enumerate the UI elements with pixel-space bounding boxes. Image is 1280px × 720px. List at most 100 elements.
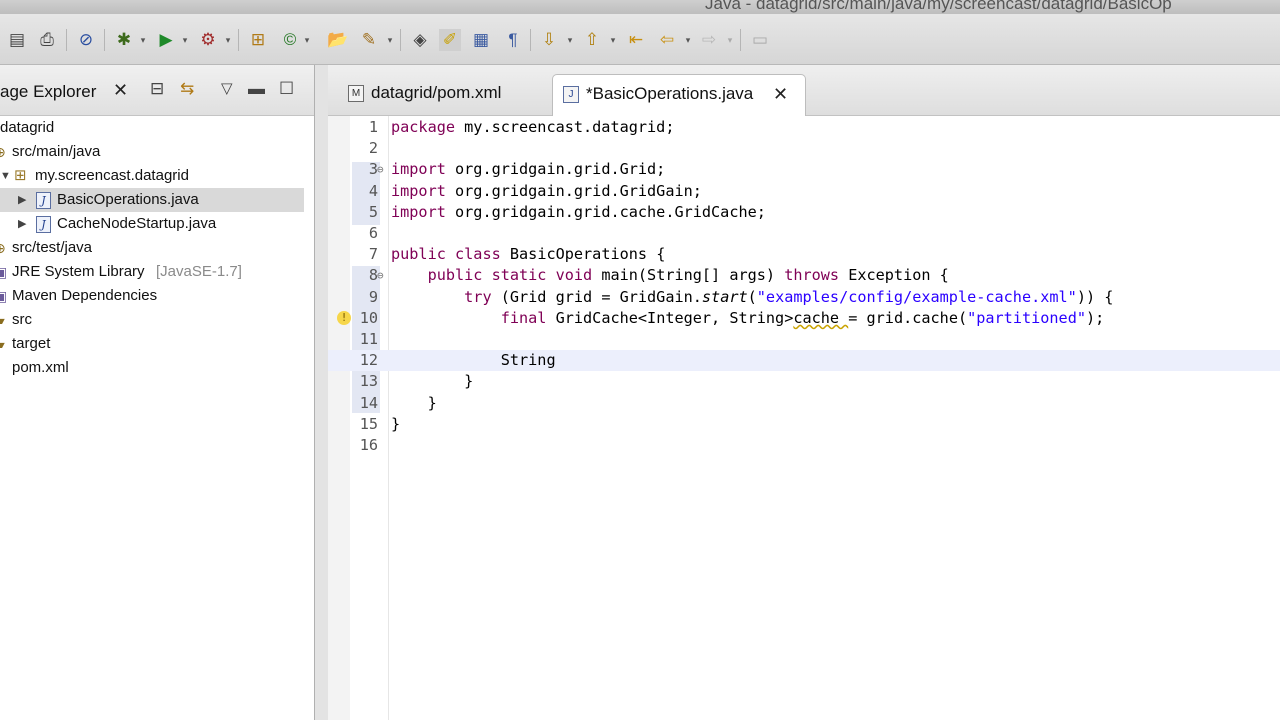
source-folder-icon: ⊕ xyxy=(0,140,6,164)
tab-label: datagrid/pom.xml xyxy=(371,83,502,102)
fold-toggle-icon[interactable]: ⊖ xyxy=(377,159,384,180)
toolbar-separator xyxy=(104,29,105,51)
chevron-down-icon[interactable]: ▾ xyxy=(566,29,574,51)
tree-item-target[interactable]: ▰ target xyxy=(0,332,304,356)
code-line[interactable]: ! 10 final GridCache<Integer, String>cach… xyxy=(328,308,1280,329)
toolbar-separator xyxy=(238,29,239,51)
new-java-package-icon[interactable]: ⊞ xyxy=(247,29,269,51)
toggle-mark-occurrences-icon[interactable]: ◈ xyxy=(409,29,431,51)
tree-item-pom-xml[interactable]: pom.xml xyxy=(0,356,304,380)
code-line[interactable]: 9 try (Grid grid = GridGain.start("examp… xyxy=(328,287,1280,308)
line-number: 12 xyxy=(359,351,378,370)
code-line[interactable]: 2 xyxy=(328,138,1280,159)
java-file-icon: J xyxy=(563,86,579,103)
tree-item-decoration: [JavaSE-1.7] xyxy=(156,263,242,280)
print-icon[interactable]: ⎙ xyxy=(36,29,58,51)
expanded-twistie-icon[interactable]: ▼ xyxy=(0,164,11,188)
tab-pom-xml[interactable]: M datagrid/pom.xml xyxy=(336,74,548,115)
chevron-down-icon[interactable]: ▾ xyxy=(684,29,692,51)
debug-icon[interactable]: ✱ xyxy=(113,29,135,51)
highlight-icon[interactable]: ✐ xyxy=(439,29,461,51)
code-line[interactable]: 11 xyxy=(328,329,1280,350)
tree-item-cachenodestartup-java[interactable]: ▶ J CacheNodeStartup.java xyxy=(0,212,304,236)
tree-item-label: Maven Dependencies xyxy=(12,287,158,304)
tree-item-label: target xyxy=(12,335,51,352)
fold-toggle-icon[interactable]: ⊖ xyxy=(377,265,384,286)
code-line[interactable]: 7 public class BasicOperations { xyxy=(328,244,1280,265)
package-icon: ⊞ xyxy=(14,167,27,184)
collapsed-twistie-icon[interactable]: ▶ xyxy=(18,212,26,236)
line-number: 11 xyxy=(359,330,378,348)
skip-breakpoints-icon[interactable]: ⊘ xyxy=(75,29,97,51)
main-toolbar: ▤ ⎙ ⊘ ✱ ▾ ▶ ▾ ⚙ ▾ ⊞ © ▾ 📂 ✎ ▾ ◈ ✐ ▦ ¶ ⇩ … xyxy=(0,14,1280,65)
line-number: 16 xyxy=(359,436,378,454)
line-number: 6 xyxy=(368,224,378,242)
window-title-bar: Java - datagrid/src/main/java/my/screenc… xyxy=(0,0,1280,14)
code-line[interactable]: 1 package my.screencast.datagrid; xyxy=(328,117,1280,138)
show-whitespace-icon[interactable]: ▦ xyxy=(470,29,492,51)
code-line[interactable]: 3 ⊖ import org.gridgain.grid.Grid; xyxy=(328,159,1280,180)
previous-annotation-icon[interactable]: ⇧ xyxy=(581,29,603,51)
external-tools-icon[interactable]: ⚙ xyxy=(197,29,219,51)
code-line[interactable]: 8 ⊖ public static void main(String[] args… xyxy=(328,265,1280,286)
toolbar-separator xyxy=(66,29,67,51)
tree-item-src-main-java[interactable]: ⊕ src/main/java xyxy=(0,140,304,164)
open-type-icon[interactable]: 📂 xyxy=(327,29,349,51)
package-explorer-header: age Explorer ✕ ⊟ ⇆ ▽ ▬ ☐ xyxy=(0,65,314,116)
run-icon[interactable]: ▶ xyxy=(155,29,177,51)
code-line[interactable]: 16 xyxy=(328,435,1280,456)
chevron-down-icon[interactable]: ▾ xyxy=(139,29,147,51)
tree-item-basicoperations-java[interactable]: ▶ J BasicOperations.java xyxy=(0,188,304,212)
tab-basicoperations-java[interactable]: J *BasicOperations.java ✕ xyxy=(552,74,806,116)
back-icon[interactable]: ⇦ xyxy=(656,29,678,51)
tree-item-label: pom.xml xyxy=(12,359,69,376)
save-all-icon[interactable]: ▤ xyxy=(6,29,28,51)
code-text: import org.gridgain.grid.GridGain; xyxy=(391,181,702,200)
code-line[interactable]: 6 xyxy=(328,223,1280,244)
chevron-down-icon[interactable]: ▾ xyxy=(386,29,394,51)
close-icon[interactable]: ✕ xyxy=(113,80,128,101)
minimize-icon[interactable]: ▬ xyxy=(248,79,265,99)
code-line[interactable]: 15} xyxy=(328,414,1280,435)
code-line[interactable]: 13 } xyxy=(328,371,1280,392)
view-menu-icon[interactable]: ▽ xyxy=(221,79,233,97)
forward-icon[interactable]: ⇨ xyxy=(698,29,720,51)
toolbar-separator xyxy=(530,29,531,51)
toolbar-separator xyxy=(740,29,741,51)
java-file-icon: J xyxy=(36,216,51,233)
code-line[interactable]: 12 String xyxy=(328,350,1280,372)
code-line[interactable]: 14 } xyxy=(328,393,1280,414)
tree-item-maven-dependencies[interactable]: ▣ Maven Dependencies xyxy=(0,284,304,308)
panel-splitter[interactable] xyxy=(315,65,328,720)
pin-editor-icon[interactable]: ▭ xyxy=(749,29,771,51)
chevron-down-icon[interactable]: ▾ xyxy=(303,29,311,51)
last-edit-location-icon[interactable]: ⇤ xyxy=(625,29,647,51)
next-annotation-icon[interactable]: ⇩ xyxy=(538,29,560,51)
maximize-icon[interactable]: ☐ xyxy=(279,79,294,99)
warning-marker-icon[interactable]: ! xyxy=(337,310,351,325)
collapse-all-icon[interactable]: ⊟ xyxy=(150,79,164,99)
tree-item-src[interactable]: ▰ src xyxy=(0,308,304,332)
chevron-down-icon[interactable]: ▾ xyxy=(609,29,617,51)
collapsed-twistie-icon[interactable]: ▶ xyxy=(18,188,26,212)
line-number: 5 xyxy=(368,202,378,221)
code-text: String xyxy=(391,351,556,370)
chevron-down-icon[interactable]: ▾ xyxy=(224,29,232,51)
code-line[interactable]: 5 import org.gridgain.grid.cache.GridCach… xyxy=(328,202,1280,223)
new-java-class-icon[interactable]: © xyxy=(279,29,301,51)
tree-item-jre-system-library[interactable]: ▣ JRE System Library [JavaSE-1.7] xyxy=(0,260,304,284)
link-with-editor-icon[interactable]: ⇆ xyxy=(180,79,194,99)
chevron-down-icon[interactable]: ▾ xyxy=(726,29,734,51)
close-icon[interactable]: ✕ xyxy=(773,75,788,113)
code-editor[interactable]: 1 package my.screencast.datagrid; 2 3 ⊖ impor… xyxy=(328,116,1280,720)
code-line[interactable]: 4 import org.gridgain.grid.GridGain; xyxy=(328,181,1280,202)
tree-item-label: JRE System Library xyxy=(12,263,145,280)
tree-item-package-my-screencast-datagrid[interactable]: ▼ ⊞ my.screencast.datagrid xyxy=(0,164,304,188)
search-icon[interactable]: ✎ xyxy=(358,29,380,51)
chevron-down-icon[interactable]: ▾ xyxy=(181,29,189,51)
line-number: 8 xyxy=(368,266,378,285)
paragraph-icon[interactable]: ¶ xyxy=(502,29,524,51)
tree-item-datagrid-project[interactable]: datagrid xyxy=(0,116,304,140)
tree-item-src-test-java[interactable]: ⊕ src/test/java xyxy=(0,236,304,260)
tree-item-label: src/main/java xyxy=(12,143,101,160)
